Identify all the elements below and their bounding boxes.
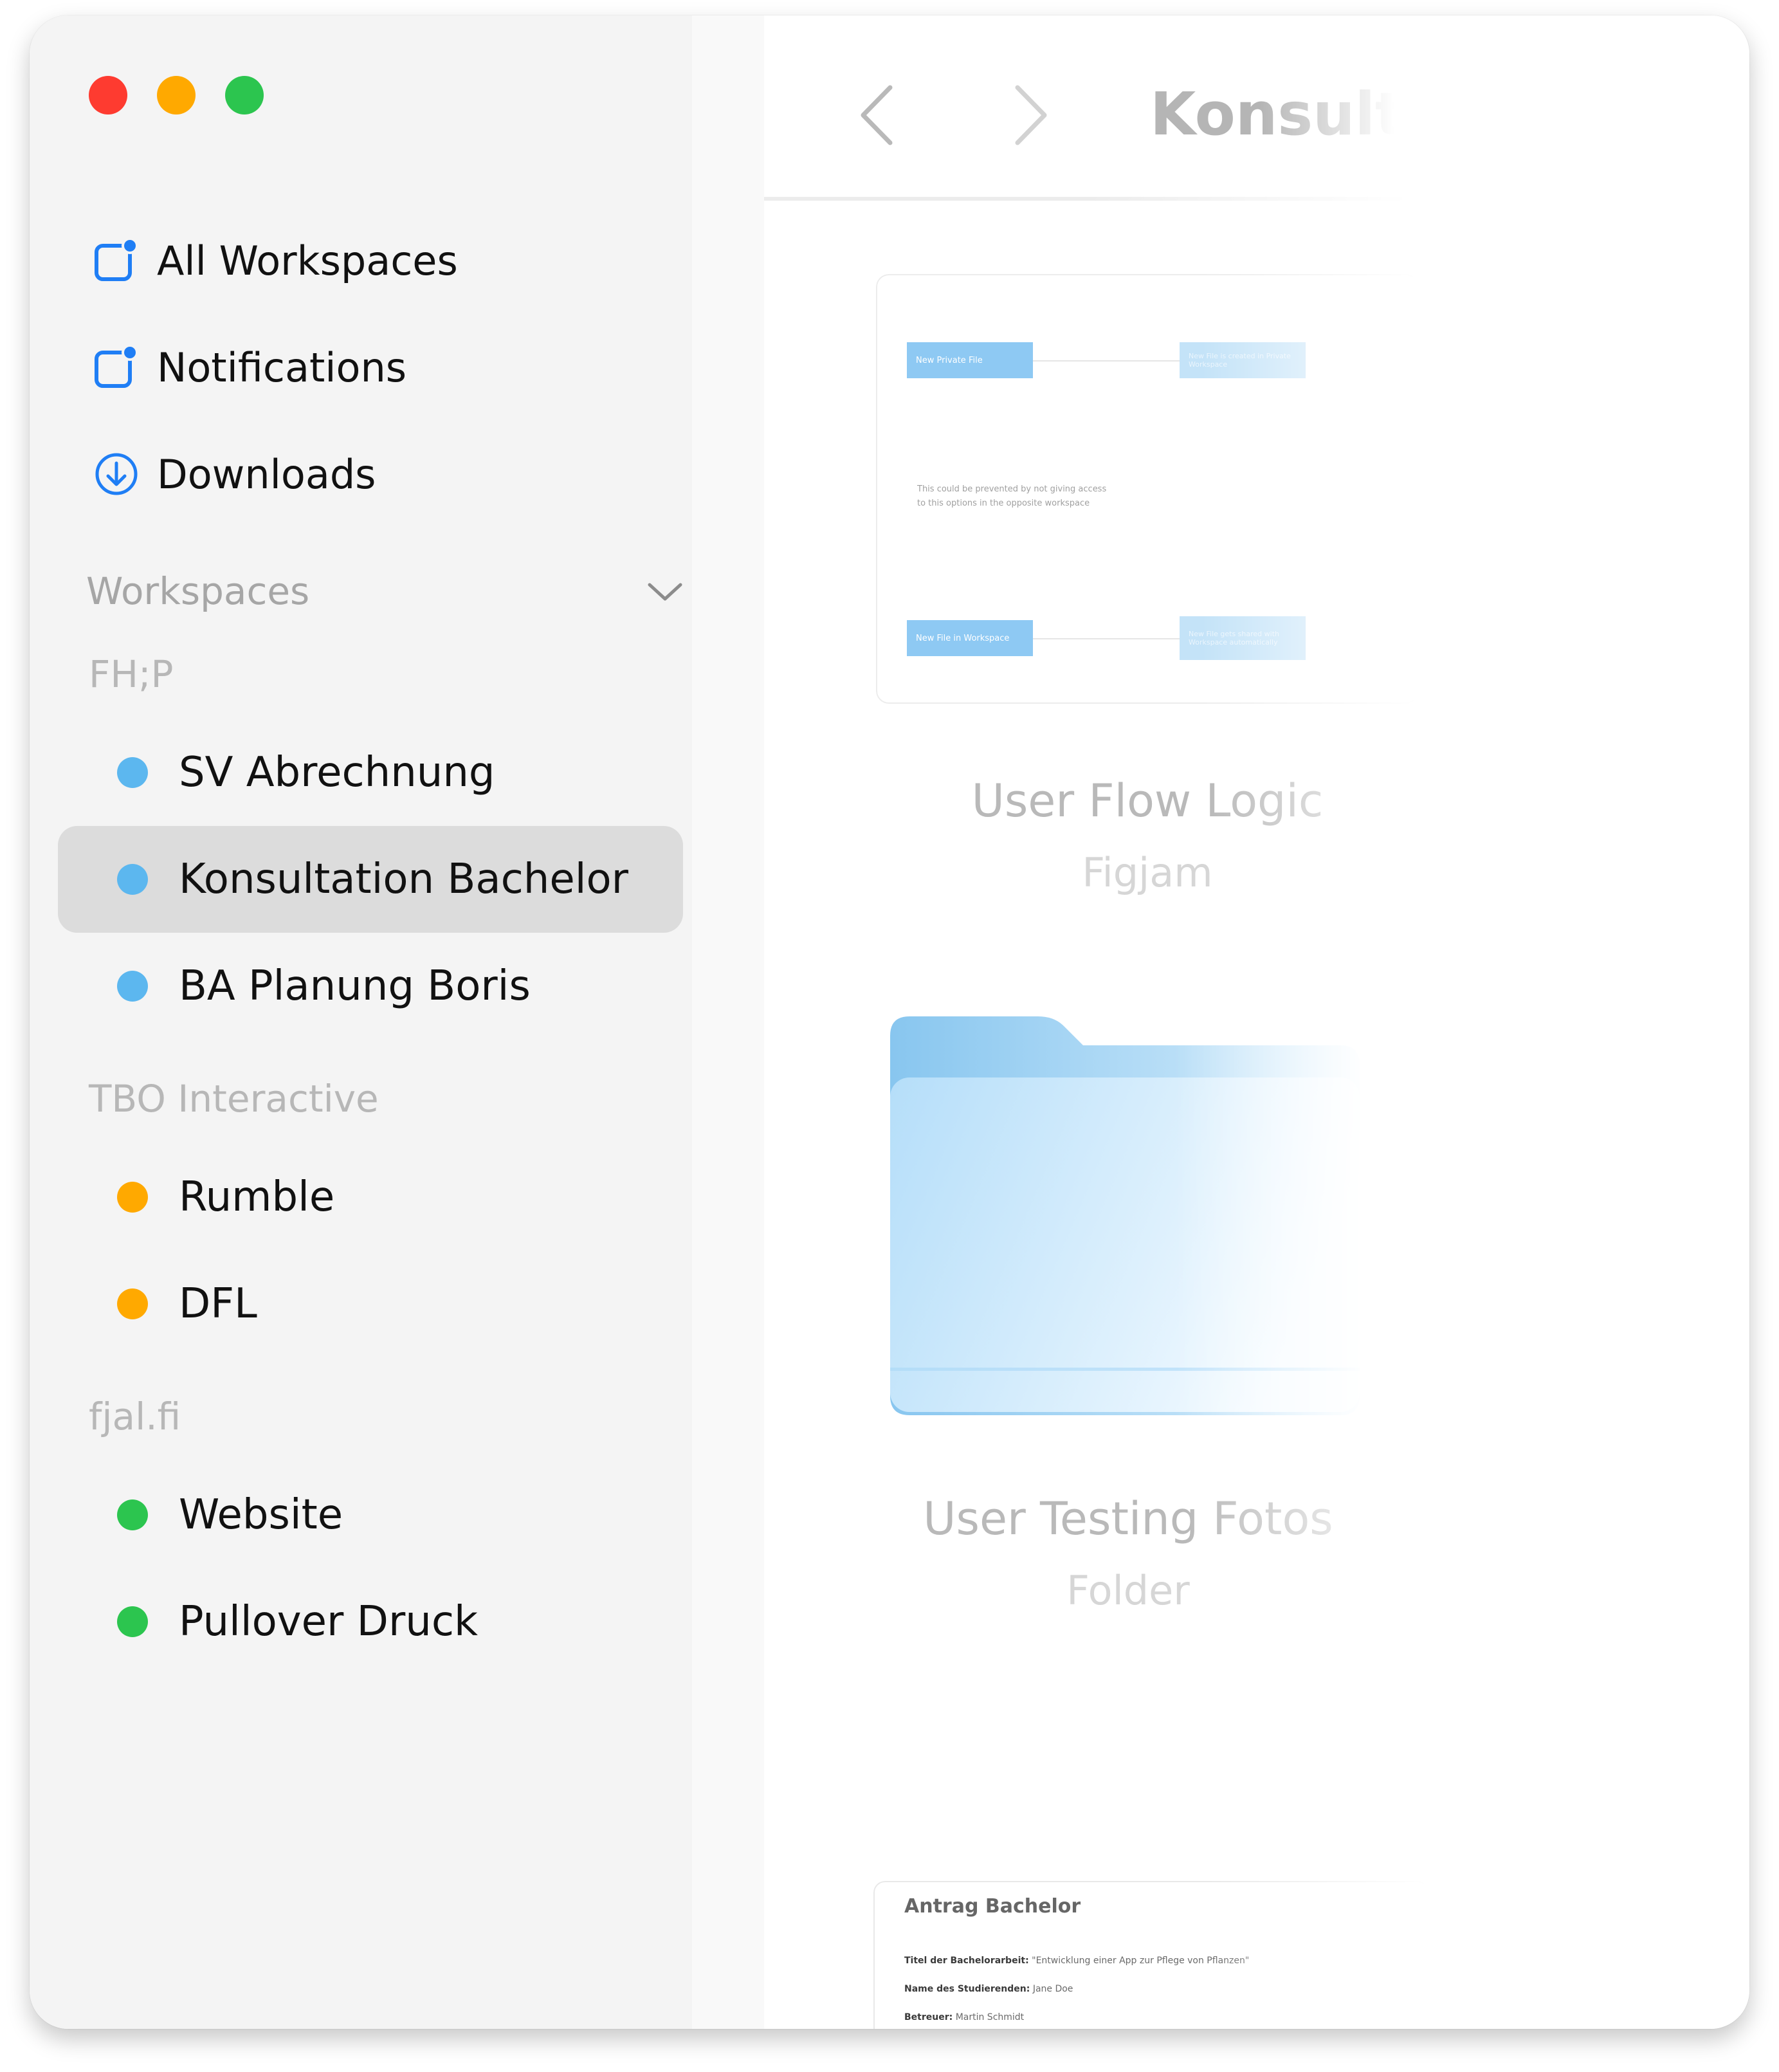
workspace-dot <box>117 757 148 788</box>
workspaces-section-header[interactable]: Workspaces <box>86 562 684 620</box>
flow-connector <box>1033 360 1180 362</box>
chevron-down-icon[interactable] <box>646 578 684 604</box>
doc-line-value: Martin Schmidt <box>955 2012 1025 2022</box>
main-content: Konsultat New Private File New File is c… <box>764 15 1749 2029</box>
nav-notifications[interactable]: Notifications <box>93 332 406 403</box>
file-type: Figjam <box>1082 849 1213 896</box>
workspace-item-selected[interactable]: Konsultation Bachelor <box>58 826 683 933</box>
notifications-badge-icon <box>95 344 138 388</box>
doc-line-label: Name des Studierenden: <box>904 1984 1030 1994</box>
doc-title: Antrag Bachelor <box>904 1895 1081 1918</box>
workspace-dot <box>117 971 148 1002</box>
workspace-dot <box>117 1288 148 1319</box>
section-title: Workspaces <box>86 569 310 613</box>
group-label-fjal: fjal.fi <box>89 1395 181 1438</box>
workspace-item[interactable]: Website <box>58 1462 683 1568</box>
workspace-label: SV Abrechnung <box>179 749 495 796</box>
flow-box: New File gets shared with Workspace auto… <box>1180 616 1306 660</box>
nav-label: Downloads <box>157 450 376 498</box>
zoom-button[interactable] <box>225 76 264 115</box>
flow-box: New Private File <box>907 342 1033 378</box>
nav-downloads[interactable]: Downloads <box>93 439 376 509</box>
file-thumbnail-document[interactable]: Antrag Bachelor Titel der Bachelorarbeit… <box>873 1881 1429 2029</box>
file-name[interactable]: User Testing Fotos <box>839 1492 1418 1545</box>
doc-line: Betreuer: Martin Schmidt <box>904 2012 1024 2022</box>
doc-line: Titel der Bachelorarbeit: "Entwicklung e… <box>904 1956 1249 1966</box>
workspace-item[interactable]: SV Abrechnung <box>58 719 683 826</box>
doc-line-label: Betreuer: <box>904 2012 953 2022</box>
sidebar: All Workspaces Notifications Downloads W… <box>30 15 764 2029</box>
workspace-item[interactable]: BA Planung Boris <box>58 933 683 1040</box>
flow-connector <box>1033 638 1180 639</box>
doc-line-value: "Entwicklung einer App zur Pflege von Pf… <box>1032 1956 1250 1966</box>
doc-line-label: Titel der Bachelorarbeit: <box>904 1956 1029 1966</box>
group-label-tbo: TBO Interactive <box>89 1077 379 1121</box>
flow-note-line: to this options in the opposite workspac… <box>917 499 1090 508</box>
workspace-dot <box>117 1606 148 1637</box>
doc-line: Name des Studierenden: Jane Doe <box>904 1984 1073 1994</box>
flow-box: New File is created in Private Workspace <box>1180 342 1306 378</box>
file-type: Folder <box>1066 1567 1190 1614</box>
flow-note-line: This could be prevented by not giving ac… <box>917 484 1107 494</box>
workspace-label: DFL <box>179 1280 257 1328</box>
nav-label: All Workspaces <box>157 237 458 284</box>
workspace-item[interactable]: Pullover Druck <box>58 1568 683 1675</box>
folder-icon[interactable] <box>890 1010 1366 1428</box>
workspace-label: Rumble <box>179 1173 335 1221</box>
toolbar: Konsultat <box>764 15 1749 201</box>
workspace-dot <box>117 1182 148 1213</box>
workspace-item[interactable]: Rumble <box>58 1144 683 1251</box>
workspace-dot <box>117 864 148 895</box>
minimize-button[interactable] <box>157 76 196 115</box>
back-chevron-icon[interactable] <box>854 80 899 151</box>
workspace-label: Konsultation Bachelor <box>179 856 628 903</box>
flow-note: This could be prevented by not giving ac… <box>917 482 1106 511</box>
nav-label: Notifications <box>157 344 407 391</box>
doc-line-value: Jane Doe <box>1032 1984 1073 1994</box>
nav-all-workspaces[interactable]: All Workspaces <box>93 225 458 296</box>
download-circle-icon <box>95 453 138 495</box>
group-label-fhp: FH;P <box>89 652 174 696</box>
workspace-label: Pullover Druck <box>179 1598 479 1646</box>
workspace-item[interactable]: DFL <box>58 1251 683 1357</box>
file-name[interactable]: User Flow Logic <box>858 775 1437 827</box>
workspace-dot <box>117 1499 148 1530</box>
workspaces-badge-icon <box>95 237 138 281</box>
flow-box: New File in Workspace <box>907 620 1033 656</box>
toolbar-divider <box>764 197 1407 201</box>
page-title: Konsultat <box>1150 80 1394 149</box>
forward-chevron-icon[interactable] <box>1008 80 1054 151</box>
workspace-label: BA Planung Boris <box>179 962 531 1010</box>
workspace-label: Website <box>179 1491 343 1539</box>
app-window: All Workspaces Notifications Downloads W… <box>30 15 1749 2029</box>
close-button[interactable] <box>89 76 127 115</box>
file-thumbnail-figjam[interactable]: New Private File New File is created in … <box>876 274 1419 704</box>
